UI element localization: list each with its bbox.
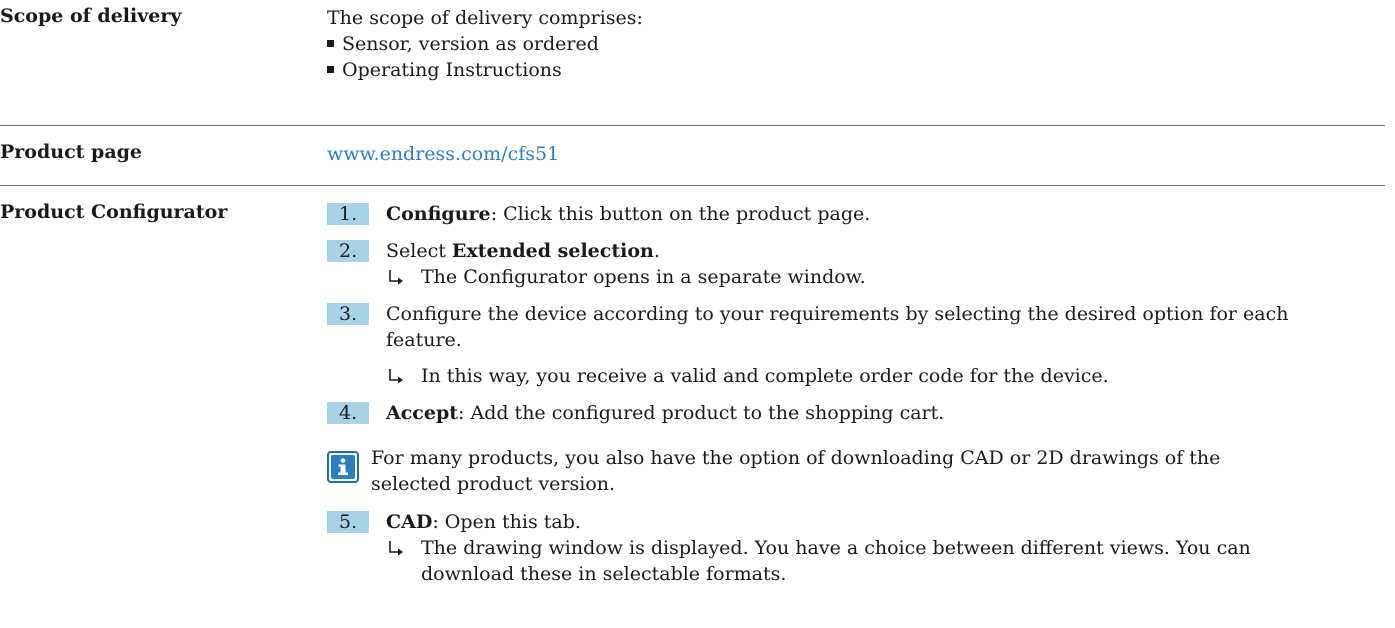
step-text: Configure: Click this button on the prod… <box>386 203 871 225</box>
list-item: Sensor, version as ordered <box>327 31 599 57</box>
step-text: Select Extended selection. <box>386 240 660 262</box>
list-item: Operating Instructions <box>327 57 562 83</box>
configurator-label: Product Configurator <box>0 201 228 223</box>
info-icon <box>327 451 359 483</box>
step-number: 3. <box>327 303 369 325</box>
divider <box>0 125 1385 126</box>
product-page-link[interactable]: www.endress.com/cfs51 <box>327 141 559 167</box>
step-text: Accept: Add the configured product to th… <box>386 402 945 424</box>
result-arrow-icon <box>389 541 403 556</box>
product-page-label: Product page <box>0 141 142 163</box>
bullet-icon <box>327 39 334 47</box>
result-arrow-icon <box>389 369 403 384</box>
step-number: 2. <box>327 240 369 262</box>
result-arrow-icon <box>389 270 403 285</box>
configurator-content: 1. Configure: Click this button on the p… <box>327 185 1385 625</box>
scope-intro: The scope of delivery comprises: <box>327 7 643 29</box>
step-number: 1. <box>327 203 369 225</box>
scope-label: Scope of delivery <box>0 5 182 27</box>
bullet-icon <box>327 65 334 73</box>
step-number: 4. <box>327 402 369 424</box>
note-line-2: selected product version. <box>371 473 616 495</box>
step-text: CAD: Open this tab. <box>386 511 581 533</box>
step-text: Configure the device according to your r… <box>386 303 1289 351</box>
note-line-1: For many products, you also have the opt… <box>371 447 1221 469</box>
step-number: 5. <box>327 511 369 533</box>
